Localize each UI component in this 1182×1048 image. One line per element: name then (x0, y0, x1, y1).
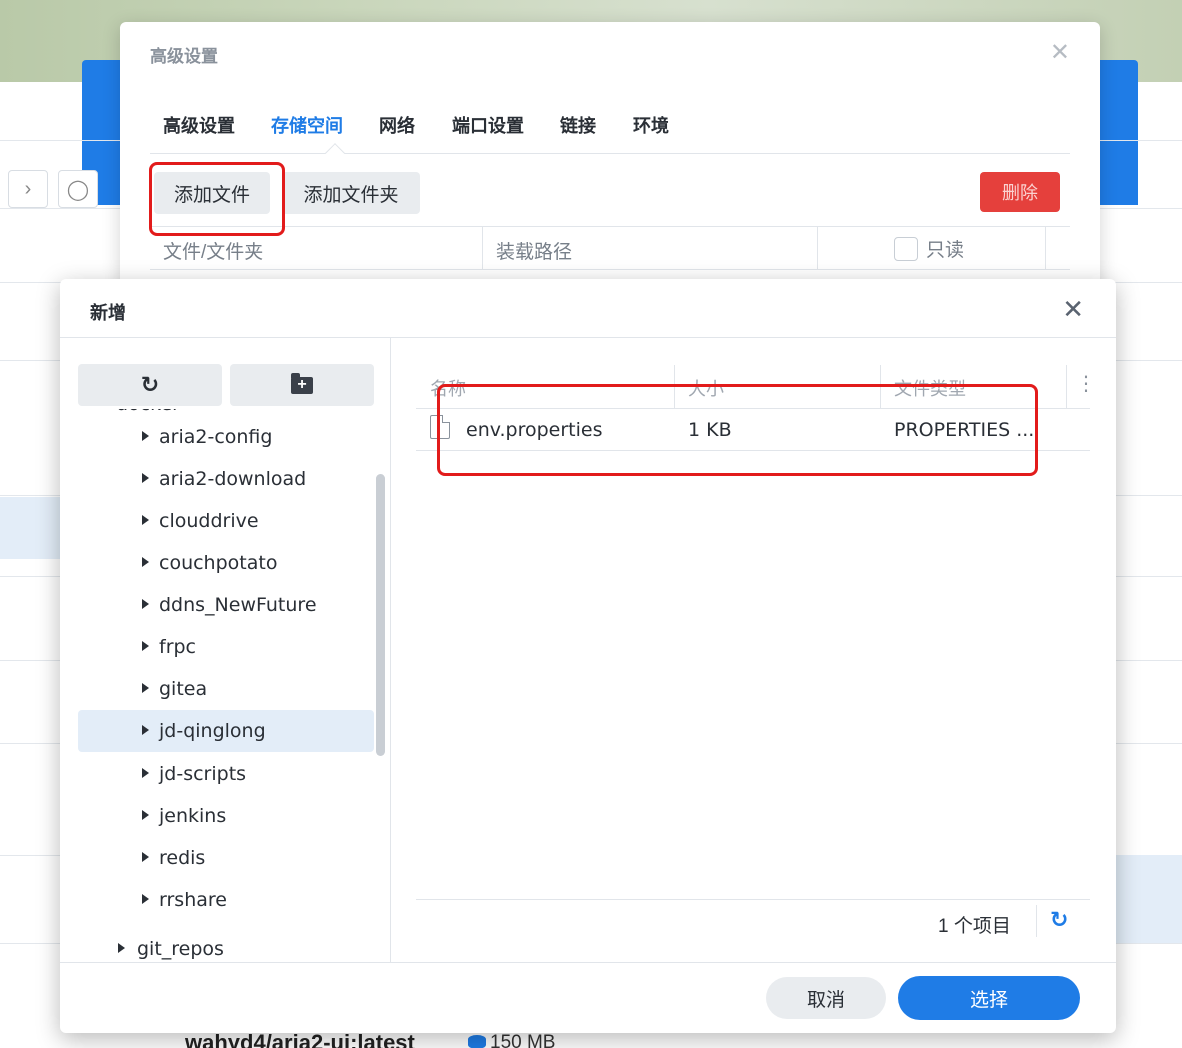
close-icon[interactable]: ✕ (1062, 294, 1084, 325)
pane-divider (390, 338, 391, 962)
divider (60, 962, 1116, 963)
column-divider (674, 365, 675, 409)
search-button[interactable]: ◯ (58, 170, 98, 208)
background-selected-row (1116, 855, 1182, 943)
tab-network[interactable]: 网络 (379, 112, 415, 138)
tree-item[interactable]: jd-scripts (78, 753, 374, 795)
tab-storage[interactable]: 存储空间 (271, 112, 343, 138)
tree-scrollbar[interactable] (376, 474, 385, 756)
tree-item[interactable]: ddns_NewFuture (78, 584, 374, 626)
refresh-icon: ↻ (140, 372, 160, 397)
search-icon: ◯ (66, 178, 90, 201)
tab-links[interactable]: 链接 (560, 112, 596, 138)
dialog-title: 高级设置 (150, 47, 218, 66)
column-name[interactable]: 名称 (430, 375, 466, 401)
caret-right-icon (142, 641, 149, 651)
image-size: 150 MB (468, 1032, 555, 1048)
column-divider (880, 365, 881, 409)
more-vertical-icon[interactable]: ⋮ (1076, 374, 1096, 394)
add-file-button[interactable]: 添加文件 (154, 172, 270, 214)
caret-right-icon (142, 810, 149, 820)
column-size[interactable]: 大小 (688, 375, 724, 401)
refresh-icon[interactable]: ↻ (1050, 907, 1068, 933)
column-mount-path[interactable]: 装载路径 (496, 237, 572, 264)
database-icon (468, 1035, 486, 1048)
tree-item[interactable]: clouddrive (78, 500, 374, 542)
column-divider (482, 227, 483, 269)
caret-right-icon (142, 852, 149, 862)
divider (416, 899, 1090, 900)
tab-environment[interactable]: 环境 (633, 112, 669, 138)
file-table-header: 名称 大小 文件类型 ⋮ (416, 365, 1096, 409)
column-type[interactable]: 文件类型 (894, 375, 966, 401)
file-name: env.properties (466, 419, 603, 441)
caret-right-icon (142, 515, 149, 525)
cancel-button[interactable]: 取消 (766, 977, 886, 1019)
add-file-picker-dialog: 新增 ✕ ↻ + docker aria2-config aria2-downl… (60, 279, 1116, 1033)
add-folder-button[interactable]: 添加文件夹 (282, 172, 420, 214)
tree-item[interactable]: frpc (78, 626, 374, 668)
caret-right-icon (142, 599, 149, 609)
tree-item[interactable]: jenkins (78, 795, 374, 837)
forward-button[interactable]: › (8, 170, 48, 208)
active-tab-indicator (325, 143, 345, 163)
tree-item[interactable]: redis (78, 837, 374, 879)
close-icon[interactable]: ✕ (1050, 38, 1070, 67)
caret-right-icon (142, 894, 149, 904)
refresh-tree-button[interactable]: ↻ (78, 364, 222, 406)
tree-item[interactable]: rrshare (78, 879, 374, 921)
caret-right-icon (142, 473, 149, 483)
background-selected-row (0, 497, 62, 559)
dialog-title: 新增 (90, 303, 126, 323)
caret-right-icon (142, 557, 149, 567)
tree-item-selected[interactable]: jd-qinglong (78, 710, 374, 752)
file-type: PROPERTIES ... (894, 419, 1035, 441)
divider (60, 337, 1116, 338)
tree-item-git-repos[interactable]: git_repos (78, 928, 374, 961)
folder-tree[interactable]: docker aria2-config aria2-download cloud… (78, 409, 374, 961)
readonly-all-checkbox[interactable] (894, 237, 918, 261)
column-divider (1045, 227, 1046, 269)
caret-right-icon (142, 683, 149, 693)
advanced-settings-dialog: 高级设置 ✕ 高级设置 存储空间 网络 端口设置 链接 环境 添加文件 添加文件… (120, 22, 1100, 312)
tab-bar: 高级设置 存储空间 网络 端口设置 链接 环境 (150, 102, 1070, 163)
select-button[interactable]: 选择 (898, 976, 1080, 1020)
item-count: 1 个项目 (938, 916, 1011, 937)
file-size: 1 KB (688, 419, 732, 441)
table-header: 文件/文件夹 装载路径 只读 (150, 226, 1070, 270)
table-row[interactable]: env.properties 1 KB PROPERTIES ... (416, 409, 1090, 451)
tree-item[interactable]: gitea (78, 668, 374, 710)
chevron-right-icon: › (24, 177, 32, 200)
tree-item[interactable]: aria2-config (78, 416, 374, 458)
column-divider (817, 227, 818, 269)
column-readonly: 只读 (894, 235, 964, 262)
divider (1036, 905, 1037, 937)
column-file-folder[interactable]: 文件/文件夹 (163, 237, 263, 264)
delete-button[interactable]: 删除 (980, 172, 1060, 212)
file-icon (430, 415, 450, 439)
caret-right-icon (142, 725, 149, 735)
caret-right-icon (118, 943, 125, 953)
caret-right-icon (142, 768, 149, 778)
tab-port-settings[interactable]: 端口设置 (452, 112, 524, 138)
new-folder-button[interactable]: + (230, 364, 374, 406)
tree-item[interactable]: couchpotato (78, 542, 374, 584)
column-divider (1066, 365, 1067, 409)
tab-advanced[interactable]: 高级设置 (163, 112, 235, 138)
caret-right-icon (142, 431, 149, 441)
tree-item[interactable]: aria2-download (78, 458, 374, 500)
new-folder-icon: + (291, 372, 313, 394)
